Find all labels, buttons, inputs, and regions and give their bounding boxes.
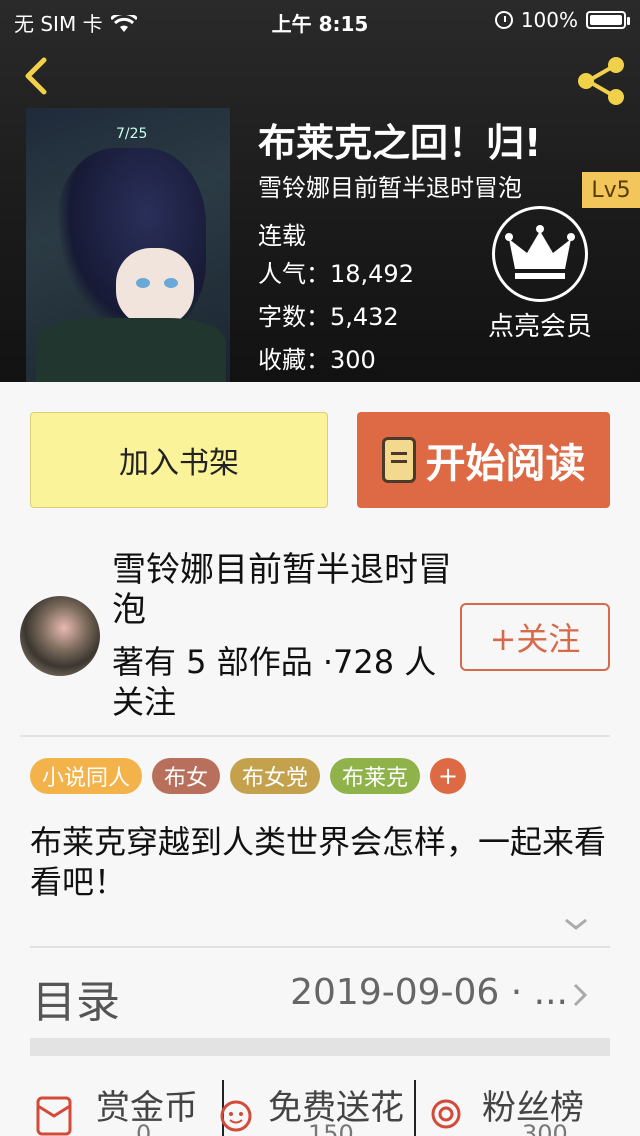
chevron-down-icon [565, 918, 587, 930]
book-status: 连载 [258, 222, 306, 250]
follow-button[interactable]: +关注 [460, 603, 610, 671]
cover-date: 7/25 [116, 126, 148, 142]
divider [30, 946, 610, 948]
add-to-shelf-button[interactable]: 加入书架 [30, 412, 328, 508]
start-reading-button[interactable]: 开始阅读 [357, 412, 610, 508]
reward-value: 0 [136, 1120, 152, 1136]
author-name[interactable]: 雪铃娜目前暂半退时冒泡 [112, 550, 462, 630]
share-button[interactable] [572, 52, 630, 110]
toc-label[interactable]: 目录 [32, 966, 120, 1030]
level-badge: Lv5 [582, 172, 640, 208]
chevron-left-icon [25, 57, 47, 95]
book-title: 布莱克之回！归! [258, 121, 542, 165]
battery-icon [586, 11, 630, 29]
share-icon [578, 57, 624, 105]
popularity-stat: 人气：18,492 [258, 260, 414, 288]
fans-value: 300 [522, 1120, 568, 1136]
divider [414, 1080, 416, 1136]
book-cover[interactable]: 7/25 [26, 108, 230, 382]
back-button[interactable] [18, 56, 58, 96]
expand-description-button[interactable] [562, 914, 590, 934]
toc-chevron-right-icon[interactable] [570, 980, 590, 1010]
tag-item[interactable]: 布女党 [230, 758, 321, 794]
book-description: 布莱克穿越到人类世界会怎样，一起来看看吧！ [30, 823, 607, 901]
medal-icon[interactable] [424, 1092, 464, 1132]
battery-text: 100% [520, 8, 578, 32]
toc-latest-date[interactable]: 2019-09-06 · ... [268, 972, 568, 1013]
flower-icon[interactable] [214, 1092, 254, 1132]
tag-list: 小说同人 布女 布女党 布莱克 + [30, 758, 467, 794]
book-author[interactable]: 雪铃娜目前暂半退时冒泡 [258, 168, 522, 203]
add-tag-button[interactable]: + [430, 758, 467, 794]
book-icon [381, 437, 416, 483]
reward-coins[interactable]: 赏金币 0 [96, 1080, 198, 1136]
vip-label: 点亮会员 [487, 312, 592, 342]
tag-item[interactable]: 布莱克 [330, 758, 421, 794]
nav-bar [0, 44, 640, 108]
support-row: 赏金币 0 免费送花 150 粉丝榜 300 [0, 1080, 640, 1136]
start-reading-label: 开始阅读 [425, 441, 586, 487]
favorites-stat: 收藏：300 [258, 346, 376, 374]
author-avatar[interactable] [20, 596, 100, 676]
alarm-icon [494, 11, 513, 29]
free-flower[interactable]: 免费送花 150 [268, 1080, 404, 1136]
divider [20, 735, 610, 737]
tag-item[interactable]: 小说同人 [30, 758, 143, 794]
status-bar: 无 SIM 卡 上午 8:15 100% [0, 0, 640, 40]
fans-ranking[interactable]: 粉丝榜 300 [482, 1080, 584, 1136]
tag-item[interactable]: 布女 [152, 758, 221, 794]
crown-icon [492, 206, 588, 302]
word-count-stat: 字数：5,432 [258, 303, 399, 331]
book-header: 无 SIM 卡 上午 8:15 100% 7/25 布莱克之回！归! 雪铃娜目前… [0, 0, 640, 382]
book-detail-page: 无 SIM 卡 上午 8:15 100% 7/25 布莱克之回！归! 雪铃娜目前… [0, 0, 640, 1136]
vip-button[interactable]: 点亮会员 [470, 206, 610, 346]
red-envelope-icon[interactable] [34, 1092, 74, 1136]
status-right: 100% [494, 8, 630, 32]
section-separator [30, 1038, 610, 1056]
flower-value: 150 [308, 1120, 354, 1136]
author-meta: 著有 5 部作品 ·728 人关注 [112, 643, 437, 721]
